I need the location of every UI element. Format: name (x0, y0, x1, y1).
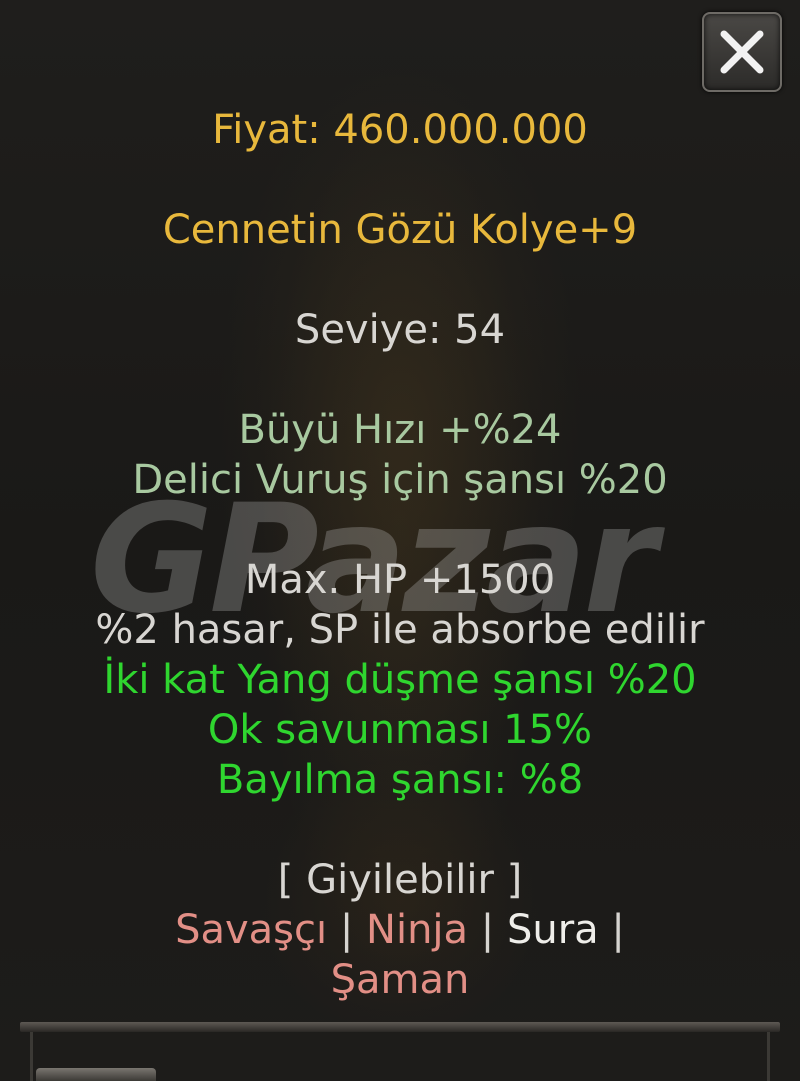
class-separator: | (339, 907, 354, 953)
base-bonus-line: Delici Vuruş için şansı %20 (132, 457, 668, 503)
item-tooltip-panel: GPazar Fiyat: 460.000.000 Cennetin Gözü … (0, 0, 800, 1081)
bonus-line: %2 hasar, SP ile absorbe edilir (95, 607, 705, 653)
item-name: Cennetin Gözü Kolye+9 (162, 207, 638, 253)
wearable-label: [ Giyilebilir ] (277, 857, 523, 903)
item-price: Fiyat: 460.000.000 (212, 107, 588, 153)
class-saman: Şaman (330, 957, 470, 1003)
bonus-line: Bayılma şansı: %8 (216, 757, 584, 803)
close-button[interactable] (702, 12, 782, 92)
panel-divider (20, 1022, 780, 1032)
class-savasci: Savaşçı (175, 907, 328, 953)
class-separator: | (611, 907, 625, 953)
close-icon (720, 30, 764, 74)
class-list-row: Savaşçı | Ninja | Sura | (0, 906, 800, 954)
base-bonus-line: Büyü Hızı +%24 (238, 407, 562, 453)
class-ninja: Ninja (366, 907, 469, 953)
class-separator: | (480, 907, 495, 953)
bonus-line: Max. HP +1500 (244, 557, 556, 603)
item-slot[interactable] (36, 1068, 156, 1081)
bonus-line: İki kat Yang düşme şansı %20 (103, 657, 697, 703)
item-level: Seviye: 54 (294, 307, 506, 353)
bonus-line: Ok savunması 15% (207, 707, 593, 753)
class-sura: Sura (506, 907, 599, 953)
